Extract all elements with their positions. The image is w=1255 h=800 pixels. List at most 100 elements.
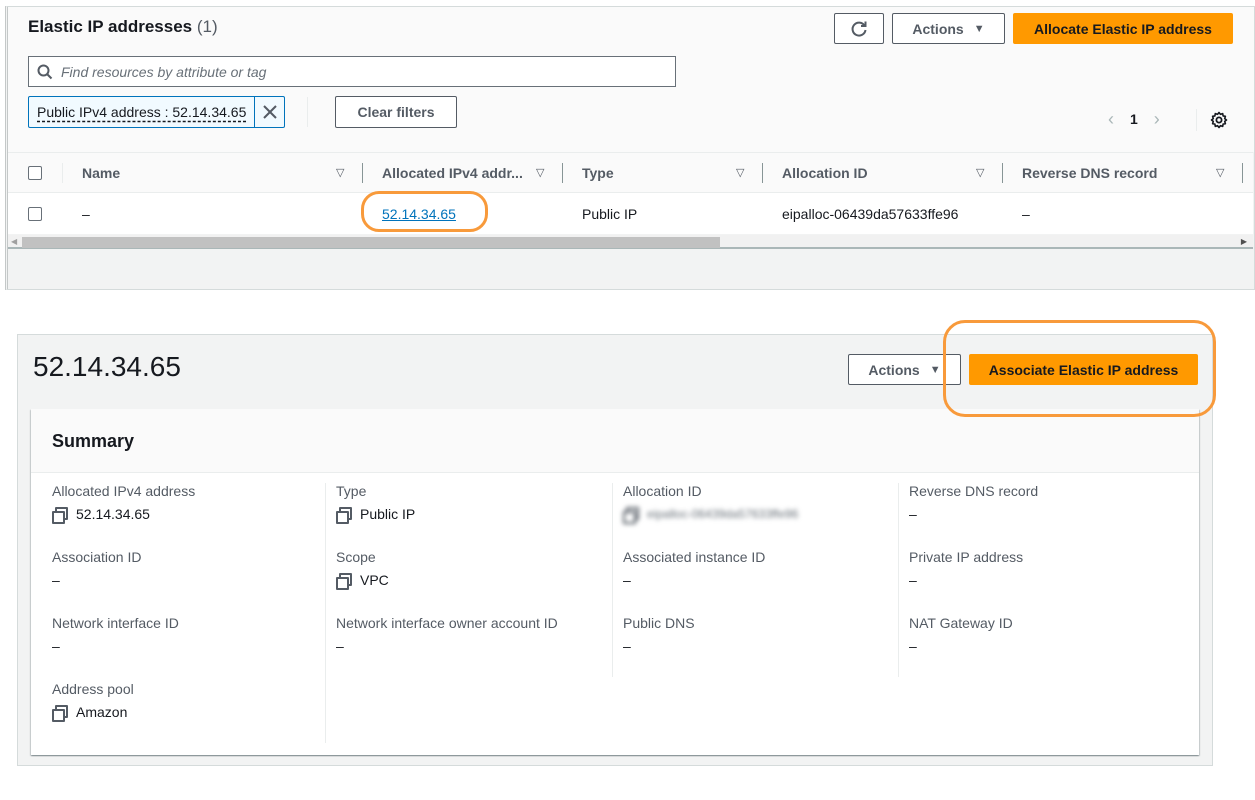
search-field[interactable] — [28, 56, 676, 87]
copy-icon[interactable] — [52, 705, 68, 722]
column-resizer[interactable] — [562, 163, 563, 183]
ip-address-link[interactable]: 52.14.34.65 — [382, 206, 456, 222]
kv-label: Address pool — [52, 681, 134, 697]
kv-value: – — [623, 572, 631, 588]
column-divider — [325, 483, 326, 743]
kv-value: Public IP — [360, 506, 416, 522]
kv-label: Associated instance ID — [623, 549, 766, 565]
previous-page-button[interactable]: ‹ — [1108, 109, 1114, 130]
scrollbar-thumb[interactable] — [22, 237, 720, 248]
list-header: Elastic IP addresses (1) Actions ▼ Alloc… — [8, 7, 1254, 152]
remove-filter-button[interactable] — [254, 97, 284, 127]
sort-icon[interactable]: ▽ — [976, 166, 984, 179]
list-count: (1) — [196, 17, 218, 36]
clear-filters-button[interactable]: Clear filters — [335, 96, 457, 128]
sort-icon[interactable]: ▽ — [1216, 166, 1224, 179]
column-divider — [612, 483, 613, 677]
kv-value: – — [623, 638, 631, 654]
close-icon — [263, 105, 277, 119]
column-divider — [898, 483, 899, 677]
sort-icon[interactable]: ▽ — [736, 166, 744, 179]
kv-value: – — [336, 638, 344, 654]
kv-value: – — [909, 572, 917, 588]
cell-allocation-id: eipalloc-06439da57633ffe96 — [782, 205, 959, 222]
search-icon — [37, 64, 53, 79]
kv-label: Scope — [336, 549, 376, 565]
list-title: Elastic IP addresses (1) — [28, 17, 218, 37]
kv-value: VPC — [360, 572, 389, 588]
column-header-type[interactable]: Type — [582, 153, 614, 192]
select-all-checkbox[interactable] — [28, 165, 42, 180]
kv-label: Network interface ID — [52, 615, 179, 631]
divider — [1196, 109, 1197, 131]
column-header-name[interactable]: Name — [82, 153, 120, 192]
column-resizer[interactable] — [762, 163, 763, 183]
row-select-cell — [28, 193, 42, 234]
kv-network-interface-owner: Network interface owner account ID – — [336, 615, 558, 655]
kv-label: NAT Gateway ID — [909, 615, 1013, 631]
kv-value: eipalloc-06439da57633ffe96 — [647, 507, 799, 521]
current-page-number[interactable]: 1 — [1130, 111, 1138, 127]
kv-address-pool: Address pool Amazon — [52, 681, 134, 722]
column-header-reverse-dns[interactable]: Reverse DNS record — [1022, 153, 1157, 192]
next-page-button[interactable]: › — [1154, 109, 1160, 130]
scroll-right-icon[interactable]: ▶ — [1241, 237, 1247, 246]
kv-associated-instance-id: Associated instance ID – — [623, 549, 765, 589]
column-header-allocated-ipv4[interactable]: Allocated IPv4 addr... — [382, 153, 523, 192]
kv-private-ip: Private IP address – — [909, 549, 1023, 589]
sort-icon[interactable]: ▽ — [336, 166, 344, 179]
filter-token: Public IPv4 address : 52.14.34.65 — [28, 96, 286, 128]
page-title: 52.14.34.65 — [33, 351, 181, 382]
cell-reverse-dns: – — [1022, 205, 1030, 222]
kv-allocation-id: Allocation ID eipalloc-06439da57633ffe96 — [623, 483, 799, 524]
column-resizer[interactable] — [1242, 163, 1243, 183]
associate-elastic-ip-button[interactable]: Associate Elastic IP address — [969, 354, 1198, 385]
copy-icon[interactable] — [52, 507, 68, 524]
kv-value: – — [909, 506, 917, 522]
caret-down-icon: ▼ — [973, 22, 985, 35]
detail-actions-dropdown-button[interactable]: Actions ▼ — [848, 354, 961, 385]
cell-name: – — [82, 205, 90, 222]
actions-label: Actions — [868, 361, 920, 378]
kv-label: Allocation ID — [623, 483, 702, 499]
summary-header: Summary — [31, 409, 1199, 473]
cell-type: Public IP — [582, 205, 638, 222]
summary-grid: Allocated IPv4 address 52.14.34.65 Assoc… — [31, 473, 1199, 753]
kv-label: Type — [336, 483, 367, 499]
kv-scope: Scope VPC — [336, 549, 389, 590]
kv-reverse-dns: Reverse DNS record – — [909, 483, 1038, 523]
copy-icon[interactable] — [623, 507, 639, 524]
kv-label: Reverse DNS record — [909, 483, 1039, 499]
sort-icon[interactable]: ▽ — [536, 166, 544, 179]
kv-allocated-ipv4: Allocated IPv4 address 52.14.34.65 — [52, 483, 196, 524]
column-resizer[interactable] — [1002, 163, 1003, 183]
column-header-allocation-id[interactable]: Allocation ID — [782, 153, 868, 192]
table-row[interactable]: – 52.14.34.65 Public IP eipalloc-06439da… — [8, 192, 1253, 234]
gear-icon — [1210, 111, 1228, 129]
pagination: ‹ 1 › — [1108, 107, 1160, 131]
summary-title: Summary — [52, 431, 135, 451]
kv-public-dns: Public DNS – — [623, 615, 695, 655]
kv-type: Type Public IP — [336, 483, 416, 524]
column-resizer[interactable] — [362, 163, 363, 183]
copy-icon[interactable] — [336, 507, 352, 524]
kv-association-id: Association ID – — [52, 549, 141, 589]
kv-label: Association ID — [52, 549, 142, 565]
table-header-row: Name ▽ Allocated IPv4 addr... ▽ Type ▽ A… — [8, 152, 1253, 192]
refresh-icon — [851, 21, 867, 37]
horizontal-scrollbar[interactable]: ◀ ▶ — [8, 235, 1253, 249]
allocate-elastic-ip-button[interactable]: Allocate Elastic IP address — [1013, 13, 1233, 44]
table-preferences-button[interactable] — [1210, 111, 1228, 134]
kv-value: – — [52, 638, 60, 654]
elastic-ip-table: Name ▽ Allocated IPv4 addr... ▽ Type ▽ A… — [8, 152, 1253, 234]
scroll-left-icon[interactable]: ◀ — [11, 237, 17, 246]
actions-dropdown-button[interactable]: Actions ▼ — [892, 13, 1005, 44]
kv-label: Allocated IPv4 address — [52, 483, 196, 499]
search-input[interactable] — [61, 63, 641, 80]
refresh-button[interactable] — [834, 13, 884, 44]
row-checkbox[interactable] — [28, 206, 42, 221]
summary-container: Summary Allocated IPv4 address 52.14.34.… — [31, 409, 1199, 755]
copy-icon[interactable] — [336, 573, 352, 590]
filter-token-label[interactable]: Public IPv4 address : 52.14.34.65 — [29, 97, 254, 127]
kv-label: Public DNS — [623, 615, 695, 631]
